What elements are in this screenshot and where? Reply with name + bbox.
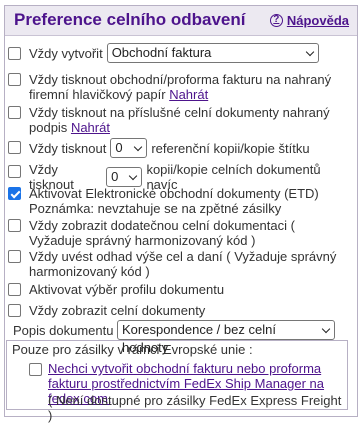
etd-label: Aktivovat Elektronické obchodní dokument… xyxy=(29,186,319,216)
etd-checkbox[interactable] xyxy=(8,187,21,200)
eu-no-invoice-checkbox[interactable] xyxy=(29,363,42,376)
doc-desc-row: Popis dokumentu Korespondence / bez celn… xyxy=(8,320,348,355)
doc-profile-checkbox[interactable] xyxy=(8,283,21,296)
print-signature-row: Vždy tisknout na příslušné celní dokumen… xyxy=(8,105,348,135)
estimate-checkbox[interactable] xyxy=(8,250,21,263)
doc-desc-label: Popis dokumentu xyxy=(13,322,114,338)
print-invoice-text: Vždy tisknout obchodní/proforma fakturu … xyxy=(29,72,348,102)
always-create-checkbox[interactable] xyxy=(8,47,21,60)
help-label: Nápověda xyxy=(286,13,349,28)
always-create-value: Obchodní faktura xyxy=(111,45,212,60)
print-reference-prefix: Vždy tisknout xyxy=(29,140,107,156)
eu-note: ( Není dostupné pro zásilky FedEx Expres… xyxy=(48,393,342,423)
print-signature-checkbox[interactable] xyxy=(8,106,21,119)
show-docs-checkbox[interactable] xyxy=(8,304,21,317)
print-invoice-checkbox[interactable] xyxy=(8,73,21,86)
print-reference-suffix: referenční kopii/kopie štítku xyxy=(151,140,310,156)
doc-profile-label: Aktivovat výběr profilu dokumentu xyxy=(29,282,225,297)
eu-legend: Pouze pro zásilky v rámci Evropské unie … xyxy=(12,342,253,357)
doc-desc-select[interactable]: Korespondence / bez celní hodnoty xyxy=(117,320,335,355)
print-customs-count-value: 0 xyxy=(111,169,119,184)
etd-row: Aktivovat Elektronické obchodní dokument… xyxy=(8,186,348,216)
print-signature-upload-link[interactable]: Nahrát xyxy=(71,120,110,135)
print-signature-text: Vždy tisknout na příslušné celní dokumen… xyxy=(29,105,348,135)
extra-docs-label: Vždy zobrazit dodatečnou celní dokumenta… xyxy=(29,218,295,248)
print-reference-count-select[interactable]: 0 xyxy=(110,138,148,158)
help-link[interactable]: ? Nápověda xyxy=(269,13,349,28)
estimate-label: Vždy uvést odhad výše cel a daní ( Vyžad… xyxy=(29,249,337,279)
print-reference-count-value: 0 xyxy=(115,140,123,155)
question-icon: ? xyxy=(269,14,283,27)
estimate-row: Vždy uvést odhad výše cel a daní ( Vyžad… xyxy=(8,249,348,279)
always-create-row: Vždy vytvořit Obchodní faktura xyxy=(8,43,348,63)
print-reference-checkbox[interactable] xyxy=(8,141,21,154)
print-invoice-row: Vždy tisknout obchodní/proforma fakturu … xyxy=(8,72,348,102)
always-create-select[interactable]: Obchodní faktura xyxy=(106,43,319,63)
print-customs-count-select[interactable]: 0 xyxy=(106,167,143,187)
panel-header: Preference celního odbavení ? Nápověda xyxy=(5,6,357,36)
doc-profile-row: Aktivovat výběr profilu dokumentu xyxy=(8,282,348,297)
panel-title: Preference celního odbavení xyxy=(14,10,246,29)
show-docs-label: Vždy zobrazit celní dokumenty xyxy=(29,303,206,318)
print-reference-row: Vždy tisknout 0 referenční kopii/kopie š… xyxy=(8,138,348,158)
always-create-label: Vždy vytvořit xyxy=(29,45,103,61)
print-customs-checkbox[interactable] xyxy=(8,165,21,178)
extra-docs-row: Vždy zobrazit dodatečnou celní dokumenta… xyxy=(8,218,348,248)
show-docs-row: Vždy zobrazit celní dokumenty xyxy=(8,303,348,318)
extra-docs-checkbox[interactable] xyxy=(8,219,21,232)
eu-section: Pouze pro zásilky v rámci Evropské unie … xyxy=(6,340,348,423)
print-invoice-upload-link[interactable]: Nahrát xyxy=(169,87,208,102)
